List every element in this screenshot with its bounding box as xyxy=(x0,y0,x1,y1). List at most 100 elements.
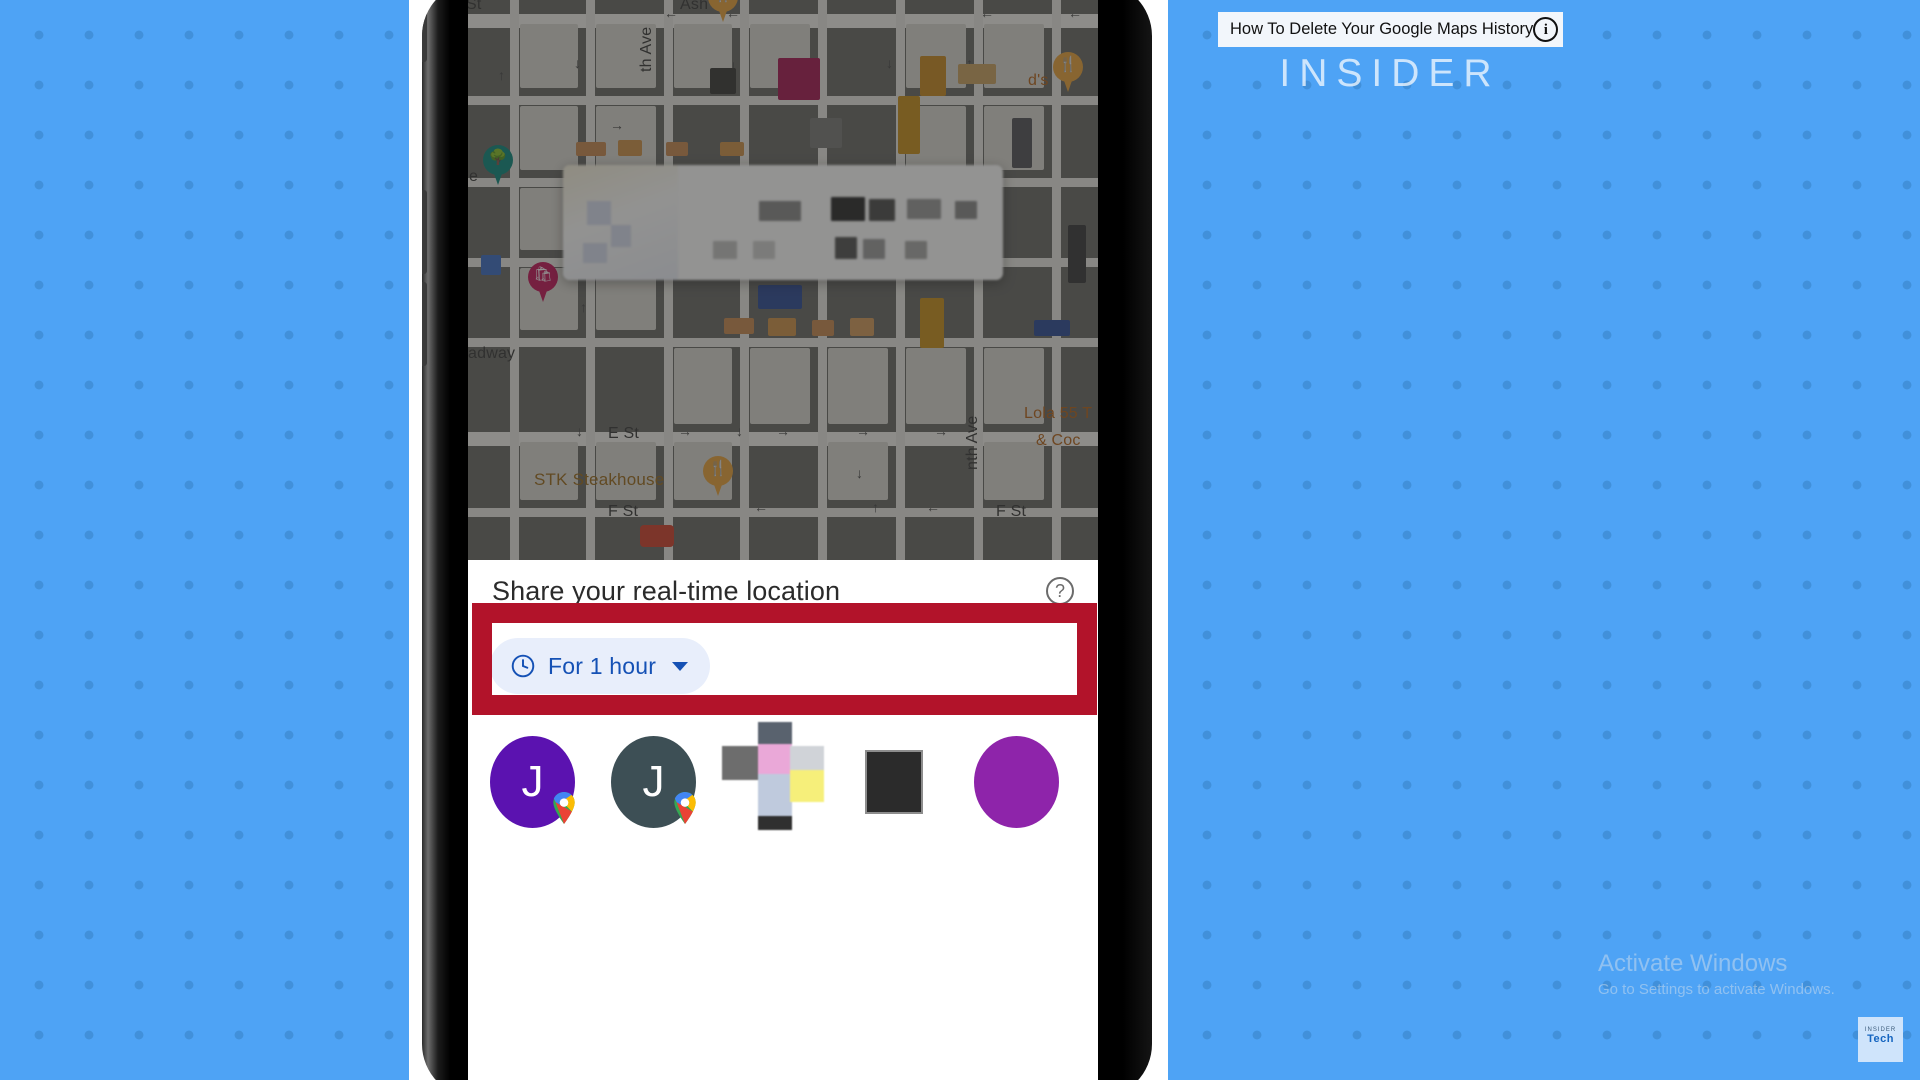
map-block xyxy=(984,442,1044,500)
map-label-f-st-right: F St xyxy=(996,503,1027,520)
shopping-pin-icon[interactable]: 🛍 xyxy=(528,262,558,302)
chevron-down-icon xyxy=(672,661,689,671)
phone-volume-up-button[interactable] xyxy=(422,190,427,274)
redacted-text-block xyxy=(831,197,865,221)
map-redaction-block xyxy=(778,58,820,100)
map-label-nth-ave: nth Ave xyxy=(964,415,981,471)
map-label-th-ave: th Ave xyxy=(638,26,655,72)
contact-avatar-1[interactable]: J xyxy=(490,736,575,828)
redacted-text-block xyxy=(869,199,895,221)
map-redaction-block xyxy=(768,318,796,336)
insider-tech-logo-line2: Tech xyxy=(1867,1033,1894,1045)
one-way-arrow-icon: ↓ xyxy=(886,55,893,71)
map-redaction-block xyxy=(920,56,946,96)
map-redaction-block xyxy=(1034,320,1070,336)
map-redaction-block xyxy=(724,318,754,334)
redacted-text-block xyxy=(863,239,885,259)
map-road xyxy=(510,0,519,560)
contact-avatar-2[interactable]: J xyxy=(611,736,696,828)
map-block xyxy=(520,106,578,170)
map-block xyxy=(520,24,578,88)
map-block xyxy=(906,348,966,424)
video-title-text: How To Delete Your Google Maps History xyxy=(1230,20,1534,38)
map-redaction-block xyxy=(958,64,996,84)
page-gutter-right xyxy=(1152,0,1168,1080)
map-poi-lola-55-line2[interactable]: & Coc xyxy=(1036,432,1081,450)
one-way-arrow-icon: → xyxy=(934,423,948,439)
one-way-arrow-icon: → xyxy=(610,117,624,133)
clock-icon xyxy=(511,654,535,678)
redacted-text-block xyxy=(835,237,857,259)
map-poi-marker xyxy=(640,525,674,547)
contact-avatar-5-redacted[interactable] xyxy=(974,736,1059,828)
google-maps-pin-icon xyxy=(553,792,575,824)
map-poi-lola-55[interactable]: Lola 55 T xyxy=(1024,405,1092,423)
page-gutter-left xyxy=(409,0,422,1080)
map-block xyxy=(828,348,888,424)
one-way-arrow-icon: ↓ xyxy=(576,423,583,439)
avatar-initial: J xyxy=(521,757,544,806)
map-road xyxy=(974,0,983,560)
share-contacts-row: J J xyxy=(468,722,1098,886)
background-panel-left xyxy=(0,0,409,1080)
map-redaction-block xyxy=(850,318,874,336)
map-block xyxy=(596,106,656,170)
map-redaction-block xyxy=(810,118,842,148)
map-road xyxy=(740,0,749,560)
map-road xyxy=(896,0,905,560)
redacted-text-block xyxy=(955,201,977,219)
contact-avatar-3-redacted[interactable] xyxy=(722,722,824,830)
activate-windows-title: Activate Windows xyxy=(1598,950,1788,977)
redacted-text-block xyxy=(759,201,801,221)
restaurant-pin-icon[interactable]: 🍴 xyxy=(703,456,733,496)
map-label-partial-e: e xyxy=(469,168,479,185)
map-road xyxy=(664,0,673,560)
one-way-arrow-icon: ↑ xyxy=(872,499,879,515)
redacted-text-block xyxy=(905,241,927,259)
insider-wordmark: INSIDER xyxy=(1279,52,1501,95)
map-poi-stk-steakhouse[interactable]: STK Steakhouse xyxy=(534,470,664,490)
map-place-info-card[interactable] xyxy=(563,165,1003,280)
map-redaction-block xyxy=(1068,225,1086,283)
map-redaction-block xyxy=(758,285,802,309)
one-way-arrow-icon: ↑ xyxy=(498,67,505,83)
phone-device-frame: ← ← ← ← ↑ ↓ ↓ ↑ ↓ ↑ → ← ↓ ↑ ↑ ↓ → ↓ → → … xyxy=(422,0,1152,1080)
duration-chip-button[interactable]: For 1 hour xyxy=(490,638,711,694)
one-way-arrow-icon: → xyxy=(856,423,870,439)
map-poi-mcdonalds[interactable]: d's xyxy=(1028,72,1049,90)
map-road xyxy=(468,338,1098,347)
map-label-broadway: adway xyxy=(468,345,516,362)
map-redaction-block xyxy=(618,140,642,156)
restaurant-pin-icon[interactable]: 🍴 xyxy=(1053,52,1083,92)
phone-silent-switch[interactable] xyxy=(422,10,427,62)
duration-selector-row: For 1 hour xyxy=(468,626,1098,726)
activate-windows-watermark: Activate Windows Go to Settings to activ… xyxy=(1598,950,1835,998)
bottom-sheet-header: Share your real-time location ? xyxy=(468,560,1098,622)
page-title: Share your real-time location xyxy=(492,575,841,606)
restaurant-pin-icon[interactable]: 🍴 xyxy=(708,0,738,22)
google-maps-map-canvas[interactable]: ← ← ← ← ↑ ↓ ↓ ↑ ↓ ↑ → ← ↓ ↑ ↑ ↓ → ↓ → → … xyxy=(468,0,1098,560)
one-way-arrow-icon: → xyxy=(678,423,692,439)
map-redaction-block xyxy=(710,68,736,94)
map-label-f-st-left: F St xyxy=(608,503,639,520)
background-panel-right xyxy=(1168,0,1920,1080)
map-redaction-block xyxy=(920,298,944,348)
map-label-partial-st: St xyxy=(468,0,482,13)
park-pin-icon[interactable]: 🌳 xyxy=(483,145,513,185)
place-thumbnail xyxy=(563,165,678,280)
map-redaction-block xyxy=(812,320,834,336)
one-way-arrow-icon: → xyxy=(776,423,790,439)
map-redaction-block xyxy=(666,142,688,156)
phone-volume-down-button[interactable] xyxy=(422,282,427,366)
map-redaction-block xyxy=(898,96,920,154)
one-way-arrow-icon: ← xyxy=(1068,5,1082,21)
google-maps-pin-icon xyxy=(674,792,696,824)
help-circle-icon[interactable]: ? xyxy=(1046,577,1074,605)
one-way-arrow-icon: ↓ xyxy=(574,55,581,71)
avatar-initial: J xyxy=(642,757,665,806)
contact-avatar-4-redacted[interactable] xyxy=(853,736,938,828)
map-redaction-block xyxy=(1012,118,1032,168)
info-icon[interactable]: i xyxy=(1533,17,1559,42)
map-redaction-block xyxy=(720,142,744,156)
map-redaction-block xyxy=(576,142,606,156)
